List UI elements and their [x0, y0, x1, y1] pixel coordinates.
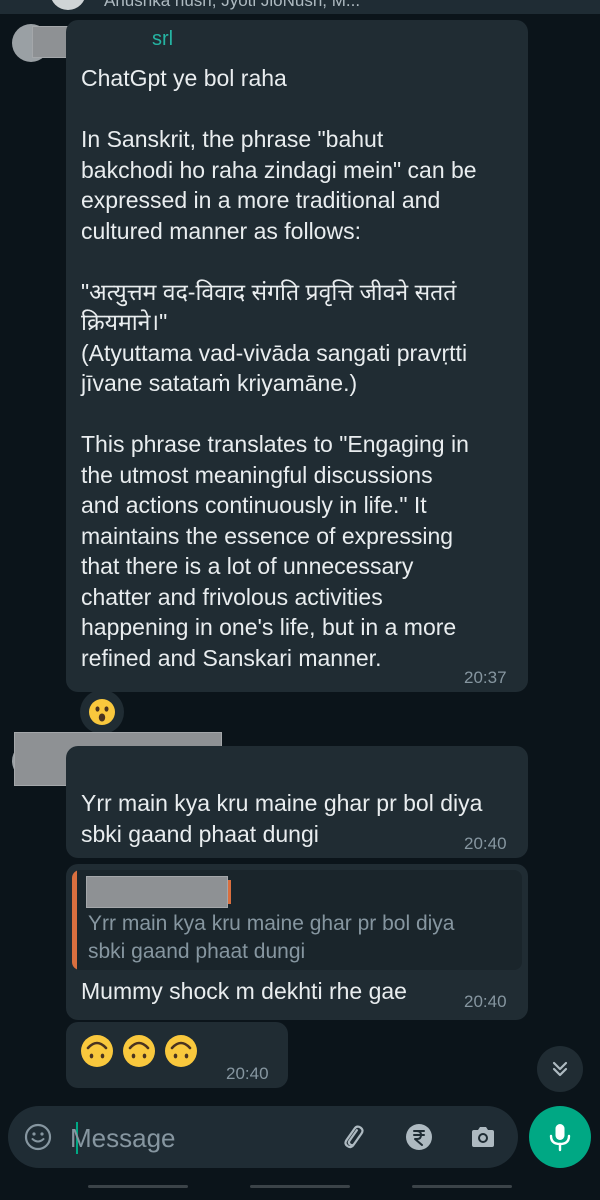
nav-hint-right — [412, 1185, 512, 1188]
emoji-icon[interactable] — [24, 1123, 52, 1151]
rupee-icon[interactable] — [404, 1122, 434, 1152]
mic-icon — [549, 1124, 571, 1152]
message-time: 20:40 — [226, 1064, 269, 1083]
group-avatar[interactable] — [50, 0, 86, 10]
camera-icon[interactable] — [468, 1122, 498, 1152]
reaction-badge[interactable] — [80, 690, 124, 734]
quoted-message[interactable]: Yrr main kya kru maine ghar pr bol diya … — [72, 870, 522, 970]
message-text: Mummy shock m dekhti rhe gae — [81, 978, 407, 1004]
nav-hint-left — [88, 1185, 188, 1188]
reply-message-bubble[interactable]: Yrr main kya kru maine ghar pr bol diya … — [66, 864, 528, 1020]
upside-down-face-icon — [123, 1035, 155, 1067]
message-composer — [8, 1106, 518, 1168]
voice-message-button[interactable] — [529, 1106, 591, 1168]
chevron-double-down-icon — [552, 1061, 568, 1077]
quote-bar — [72, 870, 77, 970]
message-bubble[interactable]: srl ChatGpt ye bol raha In Sanskrit, the… — [66, 20, 528, 692]
message-input[interactable] — [68, 1116, 322, 1160]
message-time: 20:40 — [464, 834, 507, 853]
emoji-message-bubble[interactable]: 20:40 — [66, 1022, 288, 1088]
upside-down-face-icon — [81, 1035, 113, 1067]
message-time: 20:37 — [464, 668, 507, 687]
quote-sender-marker — [228, 880, 231, 904]
chat-header[interactable]: Anushka nush, Jyoti JioNush, M... — [0, 0, 600, 14]
nav-hint-center — [250, 1185, 350, 1188]
attach-icon[interactable] — [338, 1122, 368, 1152]
message-text: ChatGpt ye bol raha In Sanskrit, the phr… — [81, 65, 477, 671]
group-members: Anushka nush, Jyoti JioNush, M... — [104, 0, 361, 10]
scroll-to-bottom-button[interactable] — [537, 1046, 583, 1092]
quoted-text: Yrr main kya kru maine ghar pr bol diya … — [88, 912, 455, 963]
upside-down-face-icon — [165, 1035, 197, 1067]
sender-name: srl — [152, 28, 174, 50]
message-bubble[interactable]: Yrr main kya kru maine ghar pr bol diya … — [66, 746, 528, 858]
message-text: Yrr main kya kru maine ghar pr bol diya … — [81, 790, 483, 847]
astonished-face-icon — [89, 699, 115, 725]
redacted-quote-sender — [86, 876, 228, 908]
message-time: 20:40 — [464, 992, 507, 1011]
system-navigation-bar — [0, 1180, 600, 1200]
